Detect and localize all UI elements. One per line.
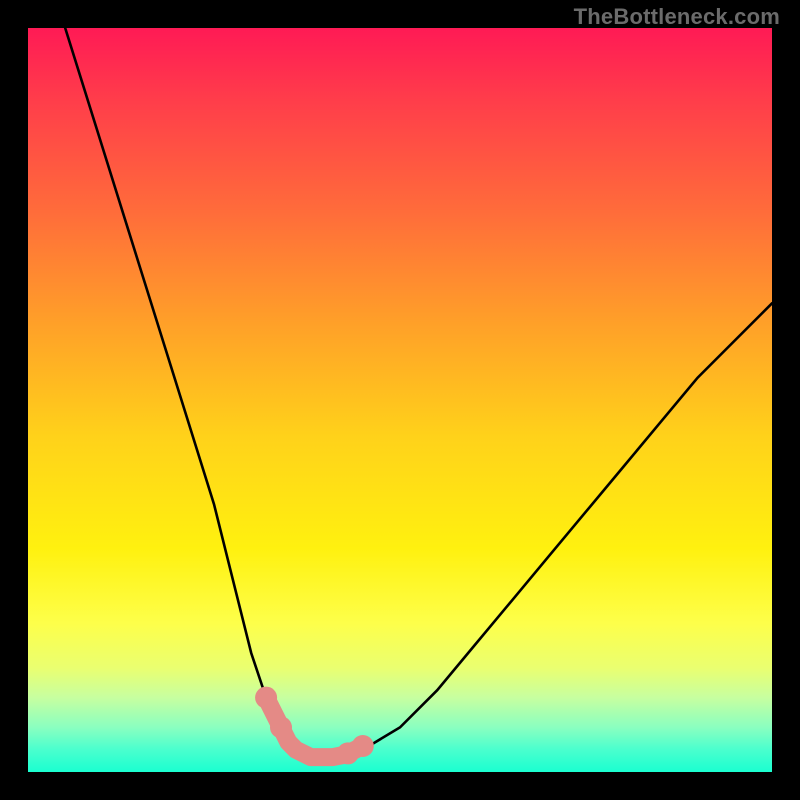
bottleneck-curve xyxy=(65,28,772,757)
plot-area xyxy=(28,28,772,772)
highlighted-minimum xyxy=(255,687,374,765)
watermark-text: TheBottleneck.com xyxy=(574,4,780,30)
curve-svg xyxy=(28,28,772,772)
chart-frame: TheBottleneck.com xyxy=(0,0,800,800)
